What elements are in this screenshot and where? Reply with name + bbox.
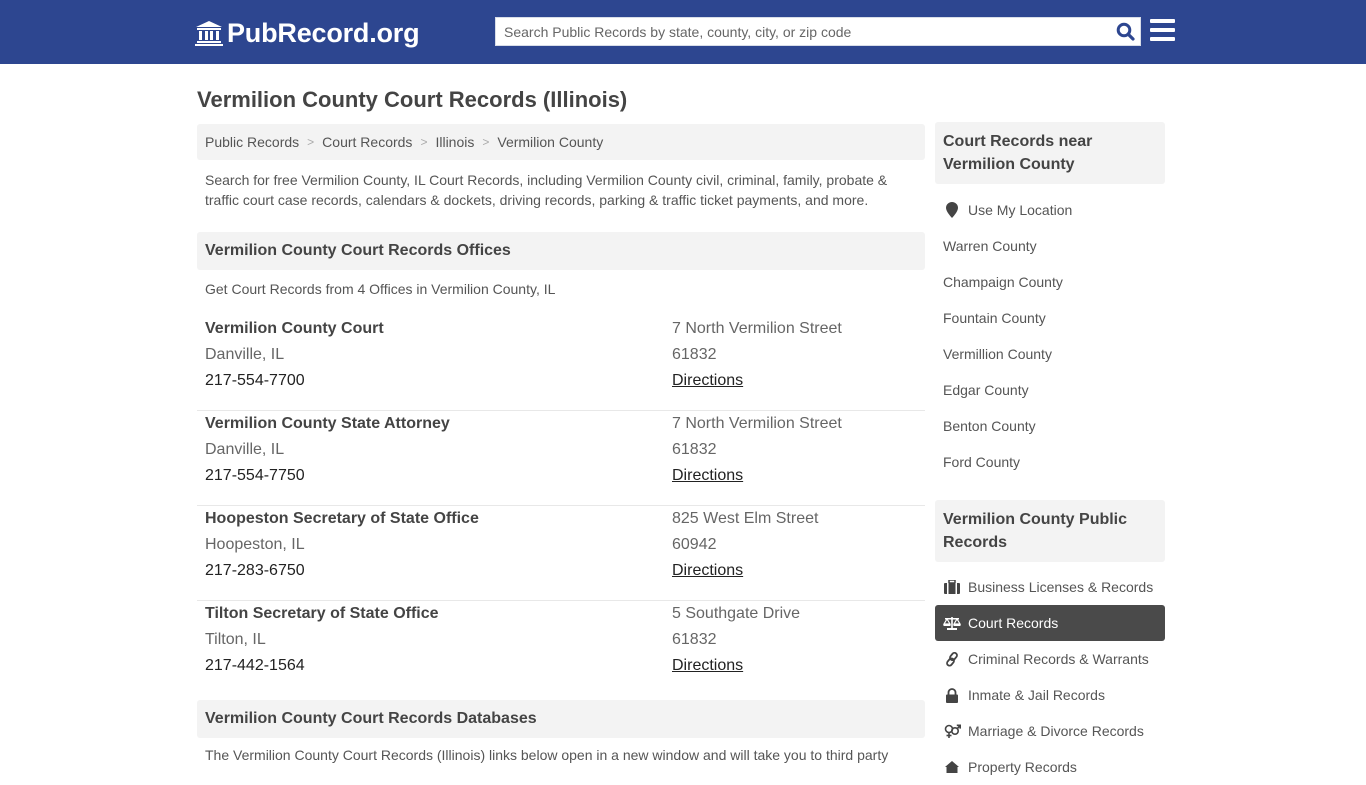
- sidebar-item-label: Inmate & Jail Records: [968, 687, 1105, 703]
- directions-link[interactable]: Directions: [672, 463, 842, 489]
- nearby-county-link[interactable]: Ford County: [935, 444, 1165, 480]
- briefcase-icon: [943, 579, 961, 595]
- sidebar-item-criminal-records[interactable]: Criminal Records & Warrants: [935, 641, 1165, 677]
- office-city: Danville, IL: [205, 346, 285, 363]
- office-name: Tilton Secretary of State Office: [205, 605, 439, 622]
- breadcrumb-separator: >: [420, 135, 428, 149]
- databases-heading: Vermilion County Court Records Databases: [197, 700, 925, 738]
- breadcrumb-current: Vermilion County: [497, 134, 604, 150]
- map-marker-icon: [943, 202, 961, 218]
- menu-bar: [1150, 37, 1175, 41]
- nearby-county-link[interactable]: Vermillion County: [935, 336, 1165, 372]
- offices-subtitle: Get Court Records from 4 Offices in Verm…: [205, 281, 556, 297]
- office-zip: 61832: [672, 346, 717, 363]
- intro-text: Search for free Vermilion County, IL Cou…: [205, 172, 888, 208]
- home-icon: [943, 759, 961, 775]
- search-input[interactable]: [496, 18, 1110, 45]
- breadcrumb-court-records[interactable]: Court Records: [322, 134, 412, 150]
- sidebar-item-label: Marriage & Divorce Records: [968, 723, 1144, 739]
- sidebar-item-property-records[interactable]: Property Records: [935, 749, 1165, 785]
- office-item: Vermilion County State Attorney Danville…: [197, 411, 925, 506]
- hamburger-menu-button[interactable]: [1150, 19, 1175, 41]
- lock-icon: [943, 687, 961, 703]
- office-address: 7 North Vermilion Street: [672, 320, 842, 337]
- directions-link[interactable]: Directions: [672, 653, 800, 679]
- sidebar-item-marriage-records[interactable]: Marriage & Divorce Records: [935, 713, 1165, 749]
- office-address: 825 West Elm Street: [672, 510, 819, 527]
- office-item: Tilton Secretary of State Office Tilton,…: [197, 601, 925, 696]
- use-my-location-link[interactable]: Use My Location: [935, 192, 1165, 228]
- office-phone[interactable]: 217-283-6750: [205, 558, 479, 584]
- office-phone[interactable]: 217-554-7750: [205, 463, 450, 489]
- office-zip: 61832: [672, 441, 717, 458]
- office-city: Tilton, IL: [205, 631, 266, 648]
- public-records-heading: Vermilion County Public Records: [935, 500, 1165, 562]
- breadcrumb-public-records[interactable]: Public Records: [205, 134, 299, 150]
- office-name: Vermilion County State Attorney: [205, 415, 450, 432]
- menu-bar: [1150, 28, 1175, 32]
- office-item: Hoopeston Secretary of State Office Hoop…: [197, 506, 925, 601]
- office-name: Hoopeston Secretary of State Office: [205, 510, 479, 527]
- scale-icon: [943, 615, 961, 631]
- sidebar-item-label: Business Licenses & Records: [968, 579, 1154, 595]
- office-address: 5 Southgate Drive: [672, 605, 801, 622]
- databases-text: The Vermilion County Court Records (Illi…: [205, 747, 889, 763]
- link-icon: [943, 651, 961, 667]
- breadcrumb-separator: >: [482, 135, 490, 149]
- offices-heading: Vermilion County Court Records Offices: [197, 232, 925, 270]
- office-phone[interactable]: 217-554-7700: [205, 368, 384, 394]
- directions-link[interactable]: Directions: [672, 368, 842, 394]
- office-zip: 60942: [672, 536, 717, 553]
- nearby-county-link[interactable]: Benton County: [935, 408, 1165, 444]
- sidebar-item-label: Court Records: [968, 615, 1059, 631]
- breadcrumb-separator: >: [307, 135, 315, 149]
- sidebar-item-court-records[interactable]: Court Records: [935, 605, 1165, 641]
- directions-link[interactable]: Directions: [672, 558, 818, 584]
- office-city: Hoopeston, IL: [205, 536, 305, 553]
- office-name: Vermilion County Court: [205, 320, 384, 337]
- office-phone[interactable]: 217-442-1564: [205, 653, 439, 679]
- office-zip: 61832: [672, 631, 717, 648]
- breadcrumb-illinois[interactable]: Illinois: [435, 134, 474, 150]
- nearby-county-link[interactable]: Edgar County: [935, 372, 1165, 408]
- top-navbar: PubRecord.org: [0, 0, 1366, 64]
- breadcrumb: Public Records > Court Records > Illinoi…: [197, 124, 925, 160]
- nearby-county-link[interactable]: Fountain County: [935, 300, 1165, 336]
- office-city: Danville, IL: [205, 441, 285, 458]
- nearby-county-link[interactable]: Warren County: [935, 228, 1165, 264]
- search-icon: [1116, 22, 1135, 41]
- page-title: Vermilion County Court Records (Illinois…: [197, 87, 628, 112]
- sidebar-item-label: Criminal Records & Warrants: [968, 651, 1149, 667]
- search-bar: [495, 17, 1141, 46]
- site-logo[interactable]: PubRecord.org: [195, 16, 420, 50]
- nearby-heading: Court Records near Vermilion County: [935, 122, 1165, 184]
- nearby-county-link[interactable]: Champaign County: [935, 264, 1165, 300]
- gender-icon: [943, 723, 961, 739]
- logo-text: PubRecord.org: [227, 17, 420, 48]
- use-my-location-label: Use My Location: [968, 202, 1073, 218]
- office-item: Vermilion County Court Danville, IL 217-…: [197, 316, 925, 411]
- sidebar-item-label: Property Records: [968, 759, 1077, 775]
- search-button[interactable]: [1110, 18, 1140, 45]
- courthouse-icon: [195, 21, 223, 46]
- menu-bar: [1150, 19, 1175, 23]
- office-address: 7 North Vermilion Street: [672, 415, 842, 432]
- sidebar-item-inmate-records[interactable]: Inmate & Jail Records: [935, 677, 1165, 713]
- sidebar-item-business-licenses[interactable]: Business Licenses & Records: [935, 569, 1165, 605]
